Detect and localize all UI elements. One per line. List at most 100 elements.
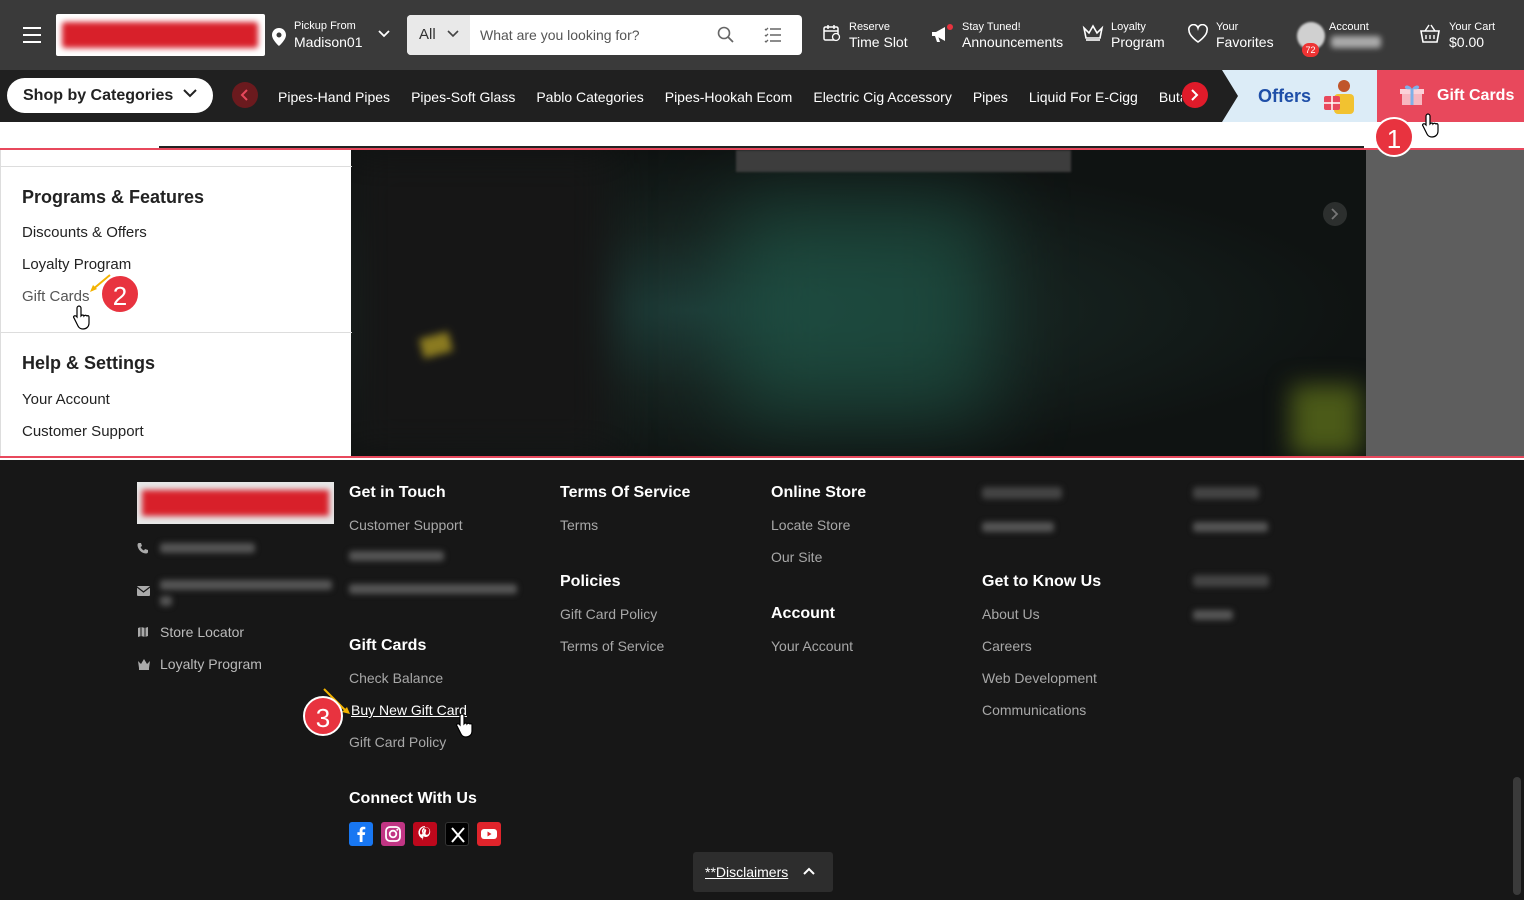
footer-our-site-link[interactable]: Our Site [771, 549, 822, 565]
footer-terms-link[interactable]: Terms [560, 517, 598, 533]
account-name-redacted [1331, 36, 1381, 48]
footer-policy-terms-link[interactable]: Terms of Service [560, 638, 664, 654]
account-label: Account [1329, 21, 1369, 33]
calendar-clock-icon [823, 25, 841, 42]
offers-label: Offers [1258, 86, 1312, 106]
page-scrollbar[interactable] [1513, 777, 1521, 895]
carousel-next-button[interactable] [1323, 202, 1347, 226]
category-link[interactable]: Pipes-Soft Glass [411, 89, 515, 105]
reserve-label-2: Time Slot [849, 34, 908, 50]
hero-banner[interactable] [351, 150, 1366, 456]
location-pin-icon [272, 28, 286, 46]
footer-locate-store-link[interactable]: Locate Store [771, 517, 850, 533]
facebook-icon[interactable] [349, 822, 373, 846]
store-logo[interactable] [56, 14, 265, 56]
footer: Store Locator Loyalty Program Get in Tou… [0, 460, 1524, 900]
get-to-know-us-title: Get to Know Us [982, 573, 1102, 590]
highlight-border-bottom [0, 456, 1524, 458]
sidebar-item-discounts[interactable]: Discounts & Offers [22, 224, 147, 241]
category-scroll-right-button[interactable] [1182, 82, 1208, 108]
crown-icon [1082, 24, 1104, 41]
top-header: Pickup From Madison01 All Reserve Time S… [0, 0, 1524, 70]
phone-icon [137, 543, 148, 554]
category-link[interactable]: Liquid For E-Cigg [1029, 89, 1138, 105]
get-in-touch-title: Get in Touch [349, 484, 446, 501]
category-link[interactable]: Electric Cig Accessory [813, 89, 951, 105]
footer-your-account-link[interactable]: Your Account [771, 638, 853, 654]
footer-link-redacted [982, 522, 1054, 532]
gift-cards-footer-title: Gift Cards [349, 637, 427, 654]
store-locator-label: Store Locator [160, 624, 245, 640]
category-link[interactable]: Pipes-Hand Pipes [278, 89, 390, 105]
chevron-right-icon [1331, 208, 1339, 220]
crown-icon [138, 659, 150, 670]
offers-tab[interactable]: Offers [1222, 70, 1377, 122]
terms-of-service-title: Terms Of Service [560, 484, 691, 501]
loyalty-label-1: Loyalty [1111, 21, 1146, 33]
x-twitter-icon[interactable] [445, 822, 469, 846]
search-icon[interactable] [717, 26, 735, 44]
chevron-down-icon [447, 30, 459, 38]
search-bar: All [407, 15, 802, 55]
footer-customer-support-link[interactable]: Customer Support [349, 517, 463, 533]
reserve-label-1: Reserve [849, 21, 890, 33]
announce-label-2: Announcements [962, 34, 1064, 50]
cart-basket-icon [1420, 24, 1440, 43]
announce-label-1: Stay Tuned! [962, 21, 1021, 33]
sidebar-item-your-account[interactable]: Your Account [22, 391, 110, 408]
footer-column-title-redacted [982, 487, 1062, 499]
loyalty-program-label: Loyalty Program [160, 656, 262, 672]
favorites-label-1: Your [1216, 21, 1239, 33]
footer-communications-link[interactable]: Communications [982, 702, 1086, 718]
online-store-title: Online Store [771, 484, 867, 501]
step-marker-1: 1 [1374, 117, 1414, 157]
shop-by-categories-button[interactable]: Shop by Categories [7, 78, 213, 113]
footer-logo[interactable] [137, 482, 334, 524]
gift-cards-tab[interactable]: Gift Cards [1377, 70, 1524, 122]
footer-link-redacted [1193, 610, 1233, 620]
heart-icon [1188, 24, 1208, 43]
chevron-left-icon [240, 89, 248, 101]
pickup-location: Madison01 [294, 34, 363, 50]
gift-cards-label: Gift Cards [1437, 87, 1515, 104]
cart-total: $0.00 [1449, 34, 1485, 50]
category-link[interactable]: Pipes [973, 89, 1008, 105]
menu-icon[interactable] [23, 27, 41, 43]
footer-phone-redacted [349, 551, 444, 561]
map-icon [138, 627, 148, 637]
sidebar-item-customer-support[interactable]: Customer Support [22, 423, 144, 440]
search-input[interactable] [480, 25, 700, 45]
footer-gift-card-policy-link[interactable]: Gift Card Policy [349, 734, 446, 750]
sidebar-item-loyalty[interactable]: Loyalty Program [22, 256, 131, 273]
youtube-icon[interactable] [477, 822, 501, 846]
category-link[interactable]: Butane [1159, 89, 1182, 105]
gift-person-icon [1324, 80, 1354, 114]
chevron-down-icon [378, 30, 390, 38]
chevron-up-icon [803, 867, 815, 875]
footer-column-title-redacted [1193, 487, 1259, 499]
footer-careers-link[interactable]: Careers [982, 638, 1032, 654]
category-link[interactable]: Pipes-Hookah Ecom [665, 89, 793, 105]
disclaimers-label: **Disclaimers [705, 864, 789, 880]
footer-policy-gift-card-link[interactable]: Gift Card Policy [560, 606, 657, 622]
hand-cursor-icon [73, 305, 90, 330]
disclaimers-toggle[interactable]: **Disclaimers [693, 852, 833, 892]
footer-check-balance-link[interactable]: Check Balance [349, 670, 443, 686]
account-badge: 72 [1302, 43, 1319, 57]
search-category-select[interactable]: All [407, 15, 470, 55]
footer-about-us-link[interactable]: About Us [982, 606, 1040, 622]
help-settings-title: Help & Settings [22, 353, 156, 373]
chevron-right-icon [1191, 89, 1199, 101]
step-marker-3: 3 [303, 696, 343, 736]
connect-with-us-title: Connect With Us [349, 790, 477, 807]
category-scroll-left-button[interactable] [232, 82, 258, 108]
shopping-list-icon[interactable] [764, 27, 782, 43]
favorites-label-2: Favorites [1216, 34, 1274, 50]
gift-icon [1400, 85, 1424, 105]
footer-buy-gift-card-link[interactable]: Buy New Gift Card [351, 702, 467, 718]
pinterest-icon[interactable] [413, 822, 437, 846]
footer-web-development-link[interactable]: Web Development [982, 670, 1097, 686]
category-link[interactable]: Pablo Categories [536, 89, 643, 105]
instagram-icon[interactable] [381, 822, 405, 846]
sidebar-item-gift-cards[interactable]: Gift Cards [22, 288, 90, 305]
